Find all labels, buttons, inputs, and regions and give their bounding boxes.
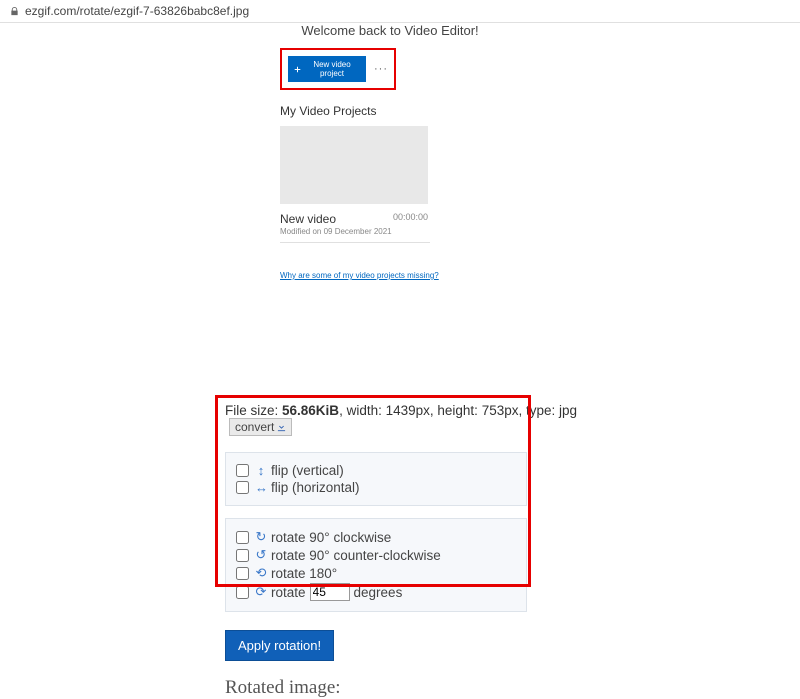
rotate-180-checkbox[interactable] bbox=[236, 567, 249, 580]
file-height-label: , height: bbox=[430, 403, 482, 418]
rotate-180-row[interactable]: ⟲ rotate 180° bbox=[236, 565, 516, 581]
rotate-custom-checkbox[interactable] bbox=[236, 586, 249, 599]
file-size-label: File size: bbox=[225, 403, 282, 418]
address-bar: ezgif.com/rotate/ezgif-7-63826babc8ef.jp… bbox=[0, 0, 800, 23]
project-thumbnail bbox=[280, 126, 428, 204]
highlight-box-new-project: New video project ··· bbox=[280, 48, 396, 90]
project-card[interactable]: New video 00:00:00 Modified on 09 Decemb… bbox=[280, 126, 430, 243]
section-title: My Video Projects bbox=[280, 104, 500, 118]
welcome-text: Welcome back to Video Editor! bbox=[280, 23, 500, 38]
file-type-label: , type: bbox=[518, 403, 559, 418]
flip-vertical-checkbox[interactable] bbox=[236, 464, 249, 477]
rotate-ccw-icon: ↺ bbox=[255, 547, 267, 563]
url-text[interactable]: ezgif.com/rotate/ezgif-7-63826babc8ef.jp… bbox=[25, 0, 249, 22]
new-video-project-button[interactable]: New video project bbox=[288, 56, 366, 82]
screenshot-preview: Welcome back to Video Editor! New video … bbox=[280, 23, 500, 281]
file-height: 753px bbox=[482, 403, 519, 418]
plus-icon bbox=[294, 66, 301, 73]
flip-horizontal-label: flip (horizontal) bbox=[271, 480, 360, 495]
new-project-label: New video project bbox=[304, 60, 360, 78]
flip-horizontal-row[interactable]: ↔ flip (horizontal) bbox=[236, 480, 516, 495]
flip-vertical-icon: ↕ bbox=[255, 463, 267, 478]
rotated-image-heading: Rotated image: bbox=[225, 677, 625, 699]
lock-icon bbox=[10, 7, 19, 16]
rotate-90ccw-checkbox[interactable] bbox=[236, 549, 249, 562]
rotate-90ccw-label: rotate 90° counter-clockwise bbox=[271, 548, 441, 563]
rotate-controls: File size: 56.86KiB, width: 1439px, heig… bbox=[225, 403, 625, 699]
rotate-90cw-checkbox[interactable] bbox=[236, 531, 249, 544]
file-size: 56.86KiB bbox=[282, 403, 339, 418]
apply-rotation-button[interactable]: Apply rotation! bbox=[225, 630, 334, 661]
download-icon bbox=[277, 423, 286, 432]
flip-vertical-label: flip (vertical) bbox=[271, 463, 344, 478]
page-body: Welcome back to Video Editor! New video … bbox=[0, 23, 800, 643]
rotate-90cw-label: rotate 90° clockwise bbox=[271, 530, 391, 545]
rotate-180-icon: ⟲ bbox=[255, 565, 267, 581]
file-width-label: , width: bbox=[339, 403, 386, 418]
project-duration: 00:00:00 bbox=[393, 212, 428, 226]
rotate-custom-suffix: degrees bbox=[354, 585, 403, 600]
rotate-degrees-input[interactable] bbox=[310, 583, 350, 601]
rotate-panel: ↻ rotate 90° clockwise ↺ rotate 90° coun… bbox=[225, 518, 527, 612]
flip-horizontal-icon: ↔ bbox=[255, 480, 267, 495]
rotate-custom-row[interactable]: ⟳ rotate degrees bbox=[236, 583, 516, 601]
file-width: 1439px bbox=[386, 403, 430, 418]
rotate-90cw-row[interactable]: ↻ rotate 90° clockwise bbox=[236, 529, 516, 545]
rotate-custom-prefix: rotate bbox=[271, 585, 306, 600]
rotate-180-label: rotate 180° bbox=[271, 566, 337, 581]
refresh-icon: ⟳ bbox=[255, 584, 267, 600]
rotate-90ccw-row[interactable]: ↺ rotate 90° counter-clockwise bbox=[236, 547, 516, 563]
convert-button[interactable]: convert bbox=[229, 418, 292, 436]
file-type: jpg bbox=[559, 403, 577, 418]
flip-panel: ↕ flip (vertical) ↔ flip (horizontal) bbox=[225, 452, 527, 506]
more-button[interactable]: ··· bbox=[374, 63, 388, 75]
flip-vertical-row[interactable]: ↕ flip (vertical) bbox=[236, 463, 516, 478]
missing-projects-link[interactable]: Why are some of my video projects missin… bbox=[280, 271, 439, 280]
flip-horizontal-checkbox[interactable] bbox=[236, 481, 249, 494]
project-modified: Modified on 09 December 2021 bbox=[280, 227, 430, 236]
file-meta: File size: 56.86KiB, width: 1439px, heig… bbox=[225, 403, 625, 436]
convert-label: convert bbox=[235, 420, 274, 434]
rotate-cw-icon: ↻ bbox=[255, 529, 267, 545]
project-name: New video bbox=[280, 212, 336, 226]
